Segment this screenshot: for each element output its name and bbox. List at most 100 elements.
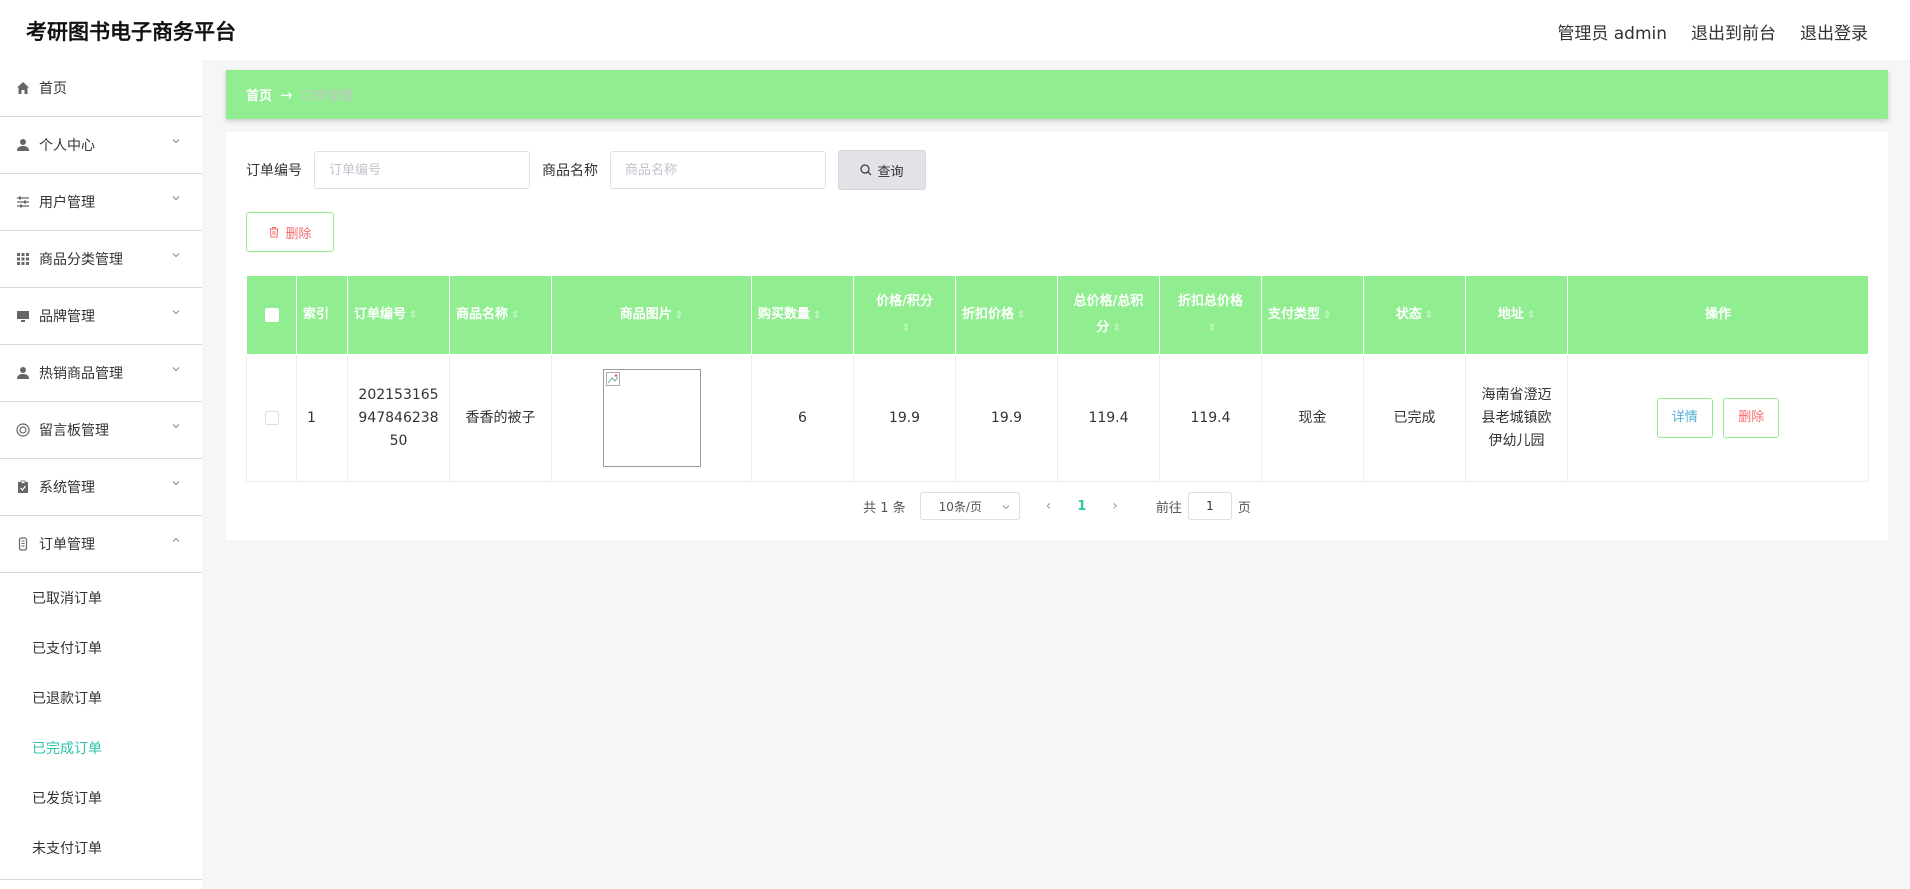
col-total[interactable]: 总价格/总积分 ⇕ xyxy=(1057,275,1160,355)
cell-status: 已完成 xyxy=(1363,354,1466,482)
cell-index: 1 xyxy=(296,354,348,482)
col-index: 索引 xyxy=(296,275,348,355)
cell-pay-type: 现金 xyxy=(1261,354,1364,482)
product-name-label: 商品名称 xyxy=(542,163,598,179)
top-links: 管理员 admin 退出到前台 退出登录 xyxy=(1557,19,1868,44)
select-all-cell xyxy=(246,275,297,355)
order-no-input[interactable] xyxy=(314,151,530,189)
sidebar: 首页 个人中心 用户管理 商品分类管理 品牌管理 热销商品管理 留言板管理 系统… xyxy=(0,60,202,889)
row-delete-button[interactable]: 删除 xyxy=(1723,398,1780,438)
sidebar-item-system[interactable]: 系统管理 xyxy=(0,459,202,516)
chevron-down-icon xyxy=(172,310,180,315)
cell-product-name: 香香的被子 xyxy=(449,354,552,482)
query-button-label: 查询 xyxy=(877,164,904,180)
sort-icon[interactable]: ⇕ xyxy=(1208,323,1216,334)
sidebar-item-label: 用户管理 xyxy=(39,195,95,211)
grid-icon xyxy=(16,252,30,266)
prev-page-button[interactable]: ‹ xyxy=(1046,498,1052,514)
sidebar-item-users[interactable]: 用户管理 xyxy=(0,174,202,231)
breadcrumb: 首页 → 订单管理 xyxy=(226,70,1888,119)
sort-icon[interactable]: ⇕ xyxy=(1017,310,1025,321)
submenu-item-unpaid-orders[interactable]: 未支付订单 xyxy=(0,823,202,873)
chevron-down-icon xyxy=(172,481,180,486)
sort-icon[interactable]: ⇕ xyxy=(1112,323,1120,334)
goto-suffix: 页 xyxy=(1237,500,1251,516)
breadcrumb-current: 订单管理 xyxy=(300,89,353,104)
col-actions: 操作 xyxy=(1567,275,1869,355)
user-icon xyxy=(16,138,30,152)
sidebar-item-home[interactable]: 首页 xyxy=(0,60,202,117)
cell-price: 19.9 xyxy=(853,354,956,482)
admin-label[interactable]: 管理员 admin xyxy=(1557,19,1667,44)
product-name-input[interactable] xyxy=(610,151,826,189)
next-page-button[interactable]: › xyxy=(1112,498,1118,514)
top-bar: 考研图书电子商务平台 管理员 admin 退出到前台 退出登录 xyxy=(0,0,1910,60)
submenu-item-shipped-orders[interactable]: 已发货订单 xyxy=(0,773,202,823)
sort-icon[interactable]: ⇕ xyxy=(813,310,821,321)
bulk-delete-label: 删除 xyxy=(285,226,312,242)
breadcrumb-home-link[interactable]: 首页 xyxy=(246,85,272,104)
select-all-checkbox[interactable] xyxy=(264,307,279,322)
chevron-up-icon xyxy=(172,537,180,542)
sliders-icon xyxy=(16,195,30,209)
submenu-item-cancelled-orders[interactable]: 已取消订单 xyxy=(0,573,202,623)
goto-prefix: 前往 xyxy=(1155,500,1182,516)
sidebar-item-hot-products[interactable]: 热销商品管理 xyxy=(0,345,202,402)
col-status[interactable]: 状态 ⇕ xyxy=(1363,275,1466,355)
sidebar-item-message-board[interactable]: 留言板管理 xyxy=(0,402,202,459)
page-size-select[interactable]: 10条/页 xyxy=(919,492,1020,520)
sidebar-item-label: 订单管理 xyxy=(39,537,95,553)
row-detail-button[interactable]: 详情 xyxy=(1656,398,1713,438)
orders-table: 索引 订单编号 ⇕ 商品名称 ⇕ 商品图片 ⇕ 购买数量 ⇕ 价格/积分 ⇕ 折扣价格 ⇕ … xyxy=(246,275,1869,482)
sidebar-item-label: 品牌管理 xyxy=(39,309,95,325)
sort-icon[interactable]: ⇕ xyxy=(1425,310,1433,321)
sort-icon[interactable]: ⇕ xyxy=(1527,310,1535,321)
search-icon xyxy=(860,164,872,176)
main-panel: 订单编号 商品名称 查询 删除 索引 订单编号⇕ 商品名称⇕ 商品图片⇕ 购买数… xyxy=(226,132,1888,540)
app-title: 考研图书电子商务平台 xyxy=(26,20,236,44)
col-discount-price[interactable]: 折扣价格 ⇕ xyxy=(955,275,1058,355)
search-row: 订单编号 商品名称 查询 xyxy=(246,150,926,190)
chevron-down-icon xyxy=(172,139,180,144)
cell-total: 119.4 xyxy=(1057,354,1160,482)
sidebar-item-label: 留言板管理 xyxy=(39,423,109,439)
sort-icon[interactable]: ⇕ xyxy=(675,310,683,321)
sort-icon[interactable]: ⇕ xyxy=(902,323,910,334)
submenu-item-paid-orders[interactable]: 已支付订单 xyxy=(0,623,202,673)
query-button[interactable]: 查询 xyxy=(838,150,926,190)
sidebar-item-brands[interactable]: 品牌管理 xyxy=(0,288,202,345)
table-row: 1 202153165 947846238 50 香香的被子 6 19.9 19.9… xyxy=(246,354,1869,482)
goto-page-input[interactable] xyxy=(1187,492,1232,520)
bulk-delete-button[interactable]: 删除 xyxy=(246,212,334,252)
col-discount-total[interactable]: 折扣总价格 ⇕ xyxy=(1159,275,1262,355)
col-product-name[interactable]: 商品名称 ⇕ xyxy=(449,275,552,355)
cell-order-no: 202153165 947846238 50 xyxy=(347,354,450,482)
col-product-image[interactable]: 商品图片 ⇕ xyxy=(551,275,752,355)
col-address[interactable]: 地址 ⇕ xyxy=(1465,275,1568,355)
sidebar-item-orders[interactable]: 订单管理 xyxy=(0,516,202,573)
cell-address: 海南省澄迈 县老城镇欧 伊幼儿园 xyxy=(1465,354,1568,482)
sort-icon[interactable]: ⇕ xyxy=(1323,310,1331,321)
cell-quantity: 6 xyxy=(751,354,854,482)
receipt-icon xyxy=(16,537,30,551)
order-no-label: 订单编号 xyxy=(246,163,302,179)
sort-icon[interactable]: ⇕ xyxy=(409,310,417,321)
logout-link[interactable]: 退出登录 xyxy=(1800,19,1868,44)
col-order-no[interactable]: 订单编号 ⇕ xyxy=(347,275,450,355)
home-icon xyxy=(16,81,30,95)
submenu-item-completed-orders[interactable]: 已完成订单 xyxy=(0,723,202,773)
page-number-current[interactable]: 1 xyxy=(1077,499,1086,514)
col-quantity[interactable]: 购买数量 ⇕ xyxy=(751,275,854,355)
cell-discount-total: 119.4 xyxy=(1159,354,1262,482)
sort-icon[interactable]: ⇕ xyxy=(511,310,519,321)
message-icon xyxy=(16,423,30,437)
submenu-item-refunded-orders[interactable]: 已退款订单 xyxy=(0,673,202,723)
sidebar-item-categories[interactable]: 商品分类管理 xyxy=(0,231,202,288)
col-price-points[interactable]: 价格/积分 ⇕ xyxy=(853,275,956,355)
row-checkbox[interactable] xyxy=(264,410,279,425)
col-pay-type[interactable]: 支付类型 ⇕ xyxy=(1261,275,1364,355)
sidebar-item-personal[interactable]: 个人中心 xyxy=(0,117,202,174)
chevron-down-icon xyxy=(172,424,180,429)
sidebar-item-label: 个人中心 xyxy=(39,138,95,154)
exit-to-front-link[interactable]: 退出到前台 xyxy=(1691,19,1776,44)
